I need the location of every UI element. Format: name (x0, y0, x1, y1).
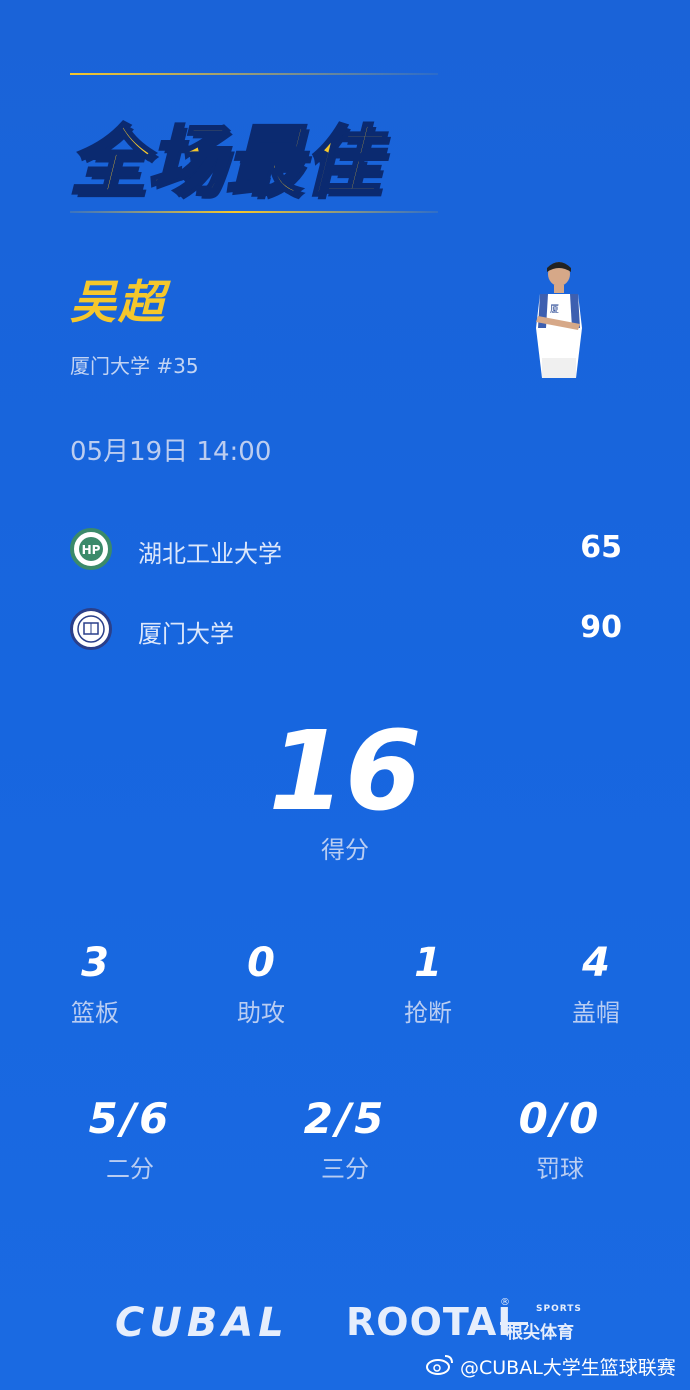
page-title: 全场最佳 (69, 116, 382, 208)
rootai-cn-label: 根尖体育 (506, 1323, 574, 1343)
svg-text:HP: HP (82, 543, 101, 557)
weibo-handle: @CUBAL大学生篮球联赛 (460, 1357, 676, 1379)
steals-value: 1 (414, 940, 442, 986)
team-score: 90 (580, 610, 622, 645)
hubei-university-of-technology-logo-icon: HP (70, 528, 112, 570)
match-datetime: 05月19日 14:00 (70, 437, 272, 467)
team-name: 厦门大学 (138, 620, 234, 648)
steals-label: 抢断 (404, 999, 452, 1027)
registered-mark: ® (500, 1297, 510, 1308)
xiamen-university-logo-icon (70, 608, 112, 650)
sports-label: SPORTS (536, 1304, 582, 1314)
title-top-rule (70, 73, 438, 75)
player-photo: 厦 (526, 258, 592, 378)
three-point-label: 三分 (321, 1155, 369, 1183)
rebounds-label: 篮板 (71, 999, 119, 1027)
assists-label: 助攻 (237, 999, 285, 1027)
two-point-value: 5/6 (88, 1094, 172, 1143)
points-value: 16 (268, 707, 422, 835)
free-throw-label: 罚球 (536, 1155, 584, 1183)
title-bottom-rule (70, 211, 438, 213)
weibo-icon (425, 1352, 455, 1376)
points-label: 得分 (321, 836, 369, 864)
blocks-value: 4 (582, 940, 610, 986)
cubal-logo: CUBAL (115, 1300, 289, 1346)
blocks-label: 盖帽 (572, 999, 620, 1027)
player-school-number: 厦门大学 #35 (70, 354, 199, 378)
free-throw-value: 0/0 (518, 1094, 602, 1143)
assists-value: 0 (247, 940, 275, 986)
two-point-label: 二分 (106, 1155, 154, 1183)
three-point-value: 2/5 (303, 1094, 387, 1143)
svg-text:厦: 厦 (550, 304, 559, 315)
rootai-logo: ROOTAI (346, 1300, 513, 1344)
rebounds-value: 3 (81, 940, 109, 986)
player-name: 吴超 (70, 275, 166, 329)
team-name: 湖北工业大学 (138, 540, 282, 568)
team-score: 65 (580, 530, 622, 565)
